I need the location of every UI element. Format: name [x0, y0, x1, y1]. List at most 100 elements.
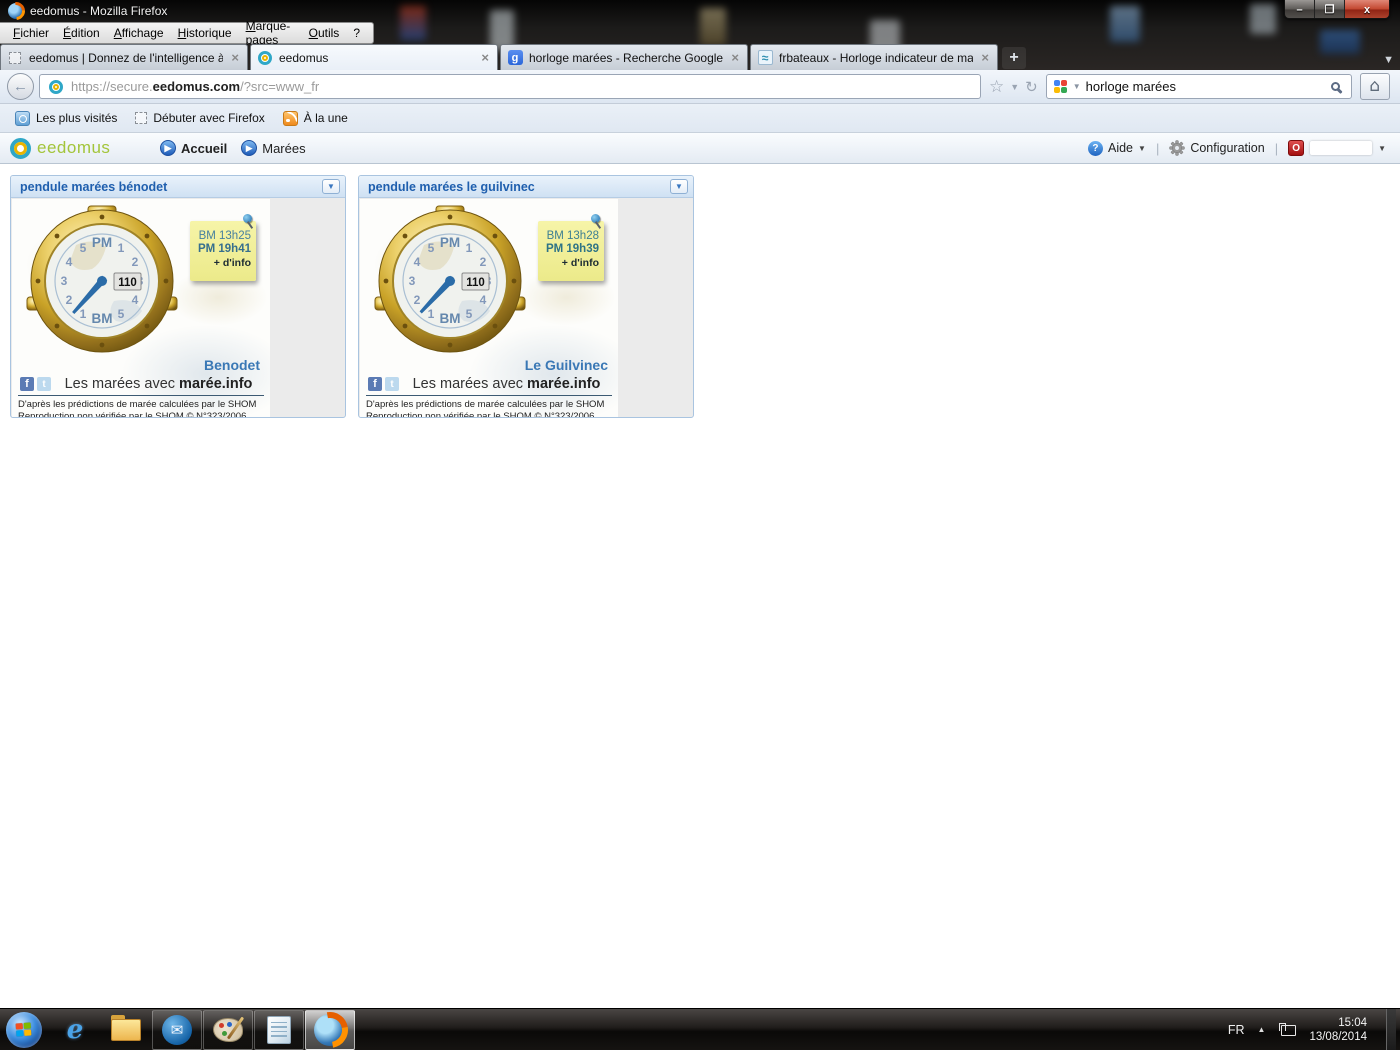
window-titlebar[interactable]: eedomus - Mozilla Firefox – ❐ x: [0, 0, 1400, 22]
network-icon[interactable]: [1278, 1023, 1296, 1037]
tray-time: 15:04: [1309, 1016, 1367, 1030]
svg-text:BM: BM: [440, 311, 461, 326]
taskbar-internet-explorer[interactable]: e: [50, 1010, 100, 1050]
tide-note-benodet[interactable]: BM 13h25 PM 19h41 + d'info: [190, 221, 256, 281]
menu-outils[interactable]: Outils: [302, 24, 347, 42]
svg-text:1: 1: [118, 241, 125, 255]
tide-note-guilvinec[interactable]: BM 13h28 PM 19h39 + d'info: [538, 221, 604, 281]
help-icon: ?: [1088, 141, 1103, 156]
maree-info-caption[interactable]: Les marées avec marée.info: [51, 376, 266, 392]
widget-dropdown-button[interactable]: ▼: [322, 179, 340, 194]
nav-label: Marées: [262, 141, 305, 156]
taskbar-paint[interactable]: [203, 1010, 253, 1050]
widget-tide-guilvinec: pendule marées le guilvinec ▼: [358, 175, 694, 418]
thunderbird-icon: ✉: [162, 1015, 192, 1045]
help-menu[interactable]: ? Aide ▼: [1088, 141, 1146, 156]
search-bar[interactable]: ▼ horloge marées: [1046, 74, 1352, 99]
tab-label: horloge marées - Recherche Google: [529, 51, 723, 65]
svg-text:3: 3: [61, 274, 68, 288]
svg-text:BM: BM: [92, 311, 113, 326]
tab-frbateaux[interactable]: ≈ frbateaux - Horloge indicateur de ma..…: [750, 44, 998, 70]
search-magnifier-icon[interactable]: [1331, 82, 1340, 91]
bookmarks-toolbar: Les plus visités Débuter avec Firefox À …: [0, 104, 1400, 133]
svg-text:5: 5: [118, 307, 125, 321]
wave-favicon-icon: ≈: [757, 50, 773, 66]
divider: [366, 395, 612, 396]
tab-strip: eedomus | Donnez de l'intelligence à ...…: [0, 44, 1400, 70]
twitter-icon[interactable]: t: [37, 377, 51, 391]
configuration-button[interactable]: Configuration: [1169, 140, 1264, 156]
divider: [18, 395, 264, 396]
menu-fichier[interactable]: Fichier: [6, 24, 56, 42]
widget-title: pendule marées bénodet: [20, 180, 322, 194]
widget-header[interactable]: pendule marées bénodet ▼: [11, 176, 345, 198]
logout-power-icon[interactable]: O: [1288, 140, 1304, 156]
tab-close-icon[interactable]: ×: [979, 50, 991, 65]
bookmark-label: À la une: [304, 111, 348, 125]
taskbar-notepad[interactable]: [254, 1010, 304, 1050]
twitter-icon[interactable]: t: [385, 377, 399, 391]
menu-historique[interactable]: Historique: [171, 24, 239, 42]
tray-expand-icon[interactable]: ▲: [1258, 1025, 1266, 1034]
taskbar-thunderbird[interactable]: ✉: [152, 1010, 202, 1050]
tab-eedomus-www[interactable]: eedomus | Donnez de l'intelligence à ...…: [0, 44, 248, 70]
new-tab-button[interactable]: +: [1002, 47, 1026, 69]
home-button[interactable]: ⌂: [1360, 73, 1390, 100]
bookmark-getting-started[interactable]: Débuter avec Firefox: [128, 108, 271, 128]
paint-palette-icon: [213, 1018, 243, 1042]
eedomus-logo[interactable]: eedomus: [10, 138, 160, 159]
close-button[interactable]: x: [1345, 0, 1389, 19]
svg-text:4: 4: [414, 255, 421, 269]
url-dropdown-icon[interactable]: ▼: [1010, 82, 1019, 92]
bookmark-star-icon[interactable]: ☆: [989, 77, 1004, 97]
start-button[interactable]: [6, 1012, 42, 1048]
svg-text:3: 3: [409, 274, 416, 288]
taskbar-firefox[interactable]: [305, 1010, 355, 1050]
tide-clock: PM 1 2 3 4 5 BM 1 2 3 4 5 110: [26, 205, 178, 357]
facebook-icon[interactable]: f: [368, 377, 382, 391]
facebook-icon[interactable]: f: [20, 377, 34, 391]
tray-clock[interactable]: 15:04 13/08/2014: [1309, 1016, 1373, 1044]
eedomus-logo-text: eedomus: [37, 138, 110, 158]
maree-info-caption[interactable]: Les marées avec marée.info: [399, 376, 614, 392]
user-menu[interactable]: O ▼: [1288, 140, 1386, 156]
site-favicon-icon: [48, 79, 64, 95]
google-engine-icon[interactable]: [1054, 80, 1068, 94]
tab-google-search[interactable]: g horloge marées - Recherche Google ×: [500, 44, 748, 70]
configuration-label: Configuration: [1190, 141, 1264, 155]
more-info-link[interactable]: + d'info: [538, 257, 599, 269]
url-text: https://secure.eedomus.com/?src=www_fr: [71, 79, 319, 94]
tab-eedomus-active[interactable]: eedomus ×: [250, 44, 498, 70]
reload-icon[interactable]: ↻: [1025, 78, 1038, 96]
restore-button[interactable]: ❐: [1315, 0, 1345, 19]
menu-edition[interactable]: Édition: [56, 24, 107, 42]
search-input[interactable]: horloge marées: [1086, 79, 1326, 94]
url-bar[interactable]: https://secure.eedomus.com/?src=www_fr: [39, 74, 981, 99]
bookmark-most-visited[interactable]: Les plus visités: [8, 108, 124, 129]
widget-header[interactable]: pendule marées le guilvinec ▼: [359, 176, 693, 198]
nav-marees[interactable]: ▶ Marées: [241, 140, 305, 156]
nav-accueil[interactable]: ▶ Accueil: [160, 140, 227, 156]
svg-text:PM: PM: [440, 235, 460, 250]
menu-aide[interactable]: ?: [346, 24, 367, 42]
svg-text:5: 5: [80, 241, 87, 255]
more-info-link[interactable]: + d'info: [190, 257, 251, 269]
bookmark-label: Les plus visités: [36, 111, 117, 125]
menu-affichage[interactable]: Affichage: [107, 24, 171, 42]
widget-dropdown-button[interactable]: ▼: [670, 179, 688, 194]
back-button[interactable]: ←: [7, 73, 34, 100]
tab-close-icon[interactable]: ×: [479, 50, 491, 65]
most-visited-folder-icon: [15, 111, 30, 126]
tab-close-icon[interactable]: ×: [729, 50, 741, 65]
bookmark-latest-headlines[interactable]: À la une: [276, 108, 355, 129]
language-indicator[interactable]: FR: [1228, 1023, 1245, 1037]
widget-body: PM 1 2 3 4 5 BM 1 2 3 4 5 110: [360, 199, 618, 418]
show-desktop-button[interactable]: [1386, 1009, 1396, 1050]
minimize-button[interactable]: –: [1285, 0, 1315, 19]
list-all-tabs-button[interactable]: ▼: [1383, 54, 1394, 66]
engine-dropdown-icon[interactable]: ▼: [1073, 82, 1081, 91]
taskbar-explorer[interactable]: [101, 1010, 151, 1050]
tab-close-icon[interactable]: ×: [229, 50, 241, 65]
chevron-down-icon: ▼: [1378, 144, 1386, 153]
gear-icon: [1169, 140, 1185, 156]
